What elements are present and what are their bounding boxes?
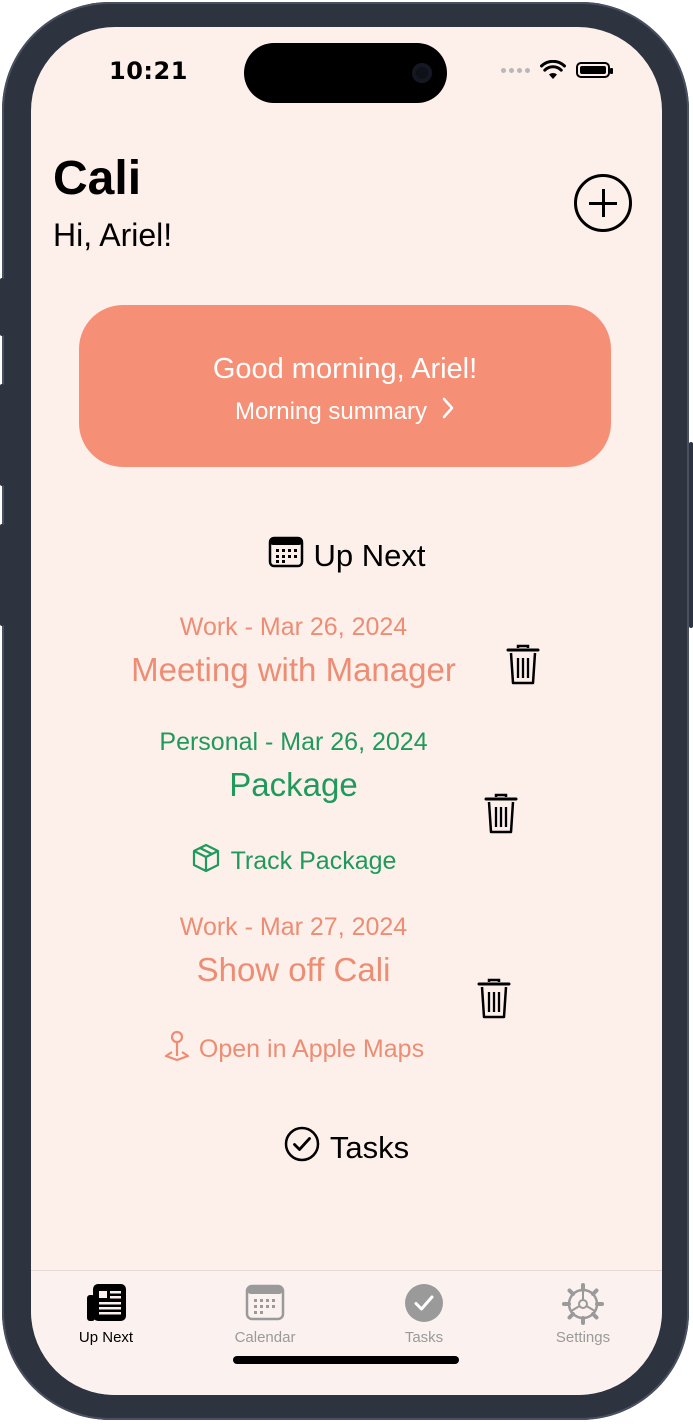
up-next-header: Up Next [31, 535, 662, 577]
event-title[interactable]: Meeting with Manager [31, 651, 556, 689]
event-meta: Personal - Mar 26, 2024 [159, 728, 428, 756]
tab-settings[interactable]: Settings [523, 1283, 643, 1346]
up-next-heading: Up Next [313, 538, 426, 573]
checkmark-circle-icon [284, 1126, 320, 1170]
morning-summary-link[interactable]: Morning summary [79, 395, 611, 426]
event-meta: Work - Mar 26, 2024 [179, 613, 408, 641]
dynamic-island [244, 43, 447, 103]
trash-icon[interactable] [477, 978, 511, 1020]
tab-label: Settings [555, 1329, 611, 1346]
event-meta: Work - Mar 27, 2024 [179, 913, 408, 941]
app-screen: 10:21 Cali Hi, Ariel! Good morning, Arie… [31, 27, 662, 1395]
greeting-text: Hi, Ariel! [53, 217, 173, 253]
summary-title: Good morning, Ariel! [212, 353, 478, 385]
status-indicators [501, 60, 613, 80]
open-in-maps-button[interactable]: Open in Apple Maps [31, 1030, 556, 1069]
open-in-maps-label: Open in Apple Maps [198, 1035, 425, 1063]
track-package-label: Track Package [230, 847, 397, 875]
tasks-header: Tasks [31, 1126, 662, 1170]
tasks-heading: Tasks [329, 1130, 410, 1165]
scroll-content-peek [211, 1230, 471, 1246]
power-button [689, 442, 693, 628]
home-indicator[interactable] [233, 1356, 459, 1364]
tab-bar: Up Next Calendar Tasks Settings [31, 1270, 662, 1395]
battery-icon [576, 62, 613, 78]
add-button[interactable] [574, 174, 632, 232]
tab-label: Calendar [234, 1329, 296, 1346]
tab-label: Up Next [78, 1329, 134, 1346]
chevron-right-icon [441, 395, 455, 426]
camera-icon [412, 63, 432, 83]
status-time: 10:21 [109, 57, 188, 85]
volume-up-button [0, 384, 4, 486]
checkmark-circle-icon [364, 1283, 484, 1323]
package-icon [191, 843, 221, 880]
trash-icon[interactable] [506, 644, 540, 686]
morning-summary-card[interactable]: Good morning, Ariel! Morning summary [79, 305, 611, 467]
app-title: Cali [53, 152, 142, 205]
event-title[interactable]: Package [31, 766, 556, 804]
wifi-icon [540, 60, 566, 79]
tab-label: Tasks [404, 1329, 444, 1346]
tab-tasks[interactable]: Tasks [364, 1283, 484, 1346]
calendar-icon [268, 535, 304, 577]
map-pin-icon [163, 1030, 191, 1069]
cellular-signal-icon [501, 67, 530, 73]
calendar-icon [205, 1283, 325, 1323]
volume-down-button [0, 524, 4, 626]
gear-icon [523, 1283, 643, 1325]
trash-icon[interactable] [484, 793, 518, 835]
track-package-button[interactable]: Track Package [31, 843, 556, 880]
tab-calendar[interactable]: Calendar [205, 1283, 325, 1346]
newspaper-icon [46, 1283, 166, 1323]
tab-up-next[interactable]: Up Next [46, 1283, 166, 1346]
summary-link-label: Morning summary [234, 398, 428, 425]
action-button [0, 278, 4, 336]
